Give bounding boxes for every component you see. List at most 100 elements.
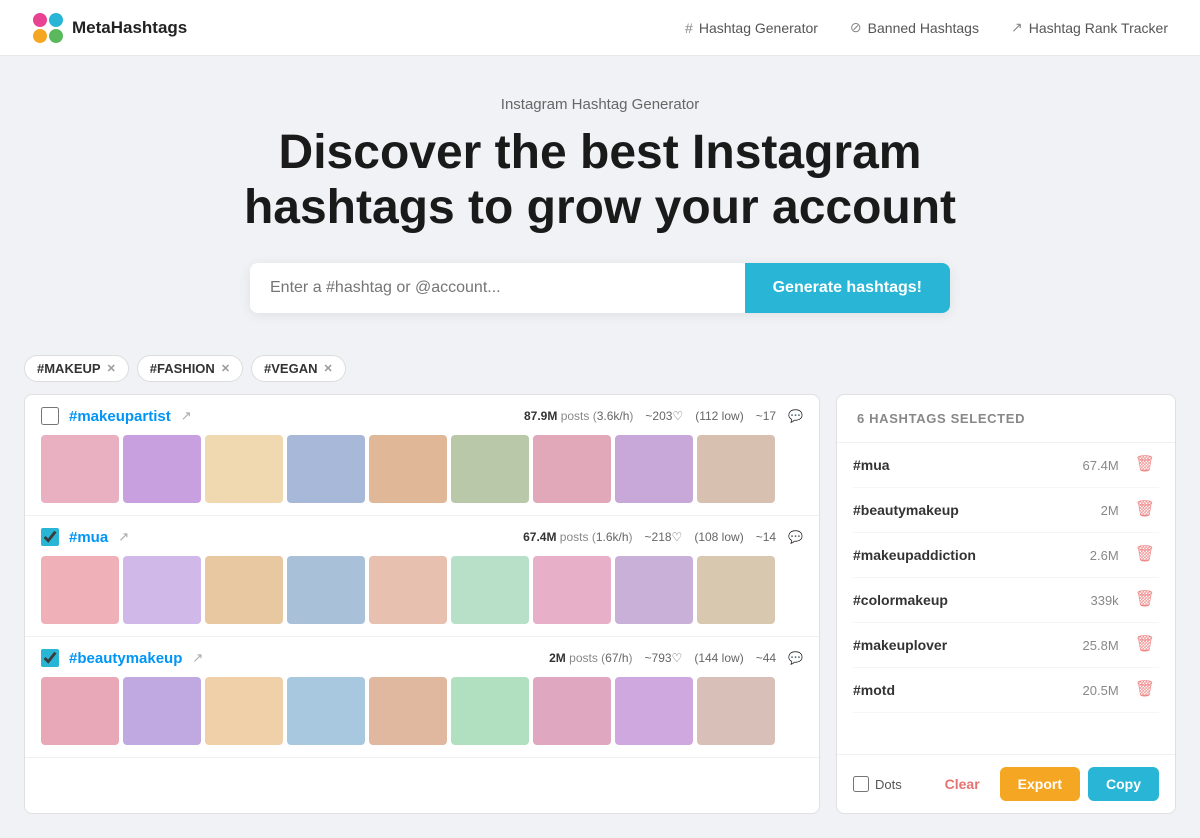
main-nav: # Hashtag Generator ⊘ Banned Hashtags ↗ … [685, 19, 1168, 36]
chart-icon: ↗ [1011, 19, 1023, 36]
export-button[interactable]: Export [1000, 767, 1080, 801]
selected-item-colormakeup: #colormakeup 339k 🗑 [853, 578, 1159, 623]
selected-tag-motd-count: 20.5M [1083, 683, 1119, 698]
thumb [41, 556, 119, 624]
selected-hashtag-list: #mua 67.4M 🗑 #beautymakeup 2M 🗑 #makeupa… [837, 443, 1175, 754]
thumb [615, 677, 693, 745]
selected-tag-makeuplover-count: 25.8M [1083, 638, 1119, 653]
selected-tag-beautymakeup-count: 2M [1101, 503, 1119, 518]
filter-tag-vegan[interactable]: #VEGAN ✕ [251, 355, 346, 382]
hashtag-row-makeupartist: #makeupartist ↗ 87.9M posts (3.6k/h) ~20… [25, 395, 819, 516]
selected-tag-colormakeup-count: 339k [1090, 593, 1118, 608]
hero-section: Instagram Hashtag Generator Discover the… [0, 56, 1200, 343]
dots-checkbox[interactable] [853, 776, 869, 792]
thumb [123, 556, 201, 624]
hashtag-results-panel: #makeupartist ↗ 87.9M posts (3.6k/h) ~20… [24, 394, 820, 814]
selected-item-beautymakeup: #beautymakeup 2M 🗑 [853, 488, 1159, 533]
selected-item-motd: #motd 20.5M 🗑 [853, 668, 1159, 713]
delete-motd-button[interactable]: 🗑 [1131, 680, 1159, 700]
search-bar: Generate hashtags! [250, 263, 950, 313]
thumb [205, 677, 283, 745]
checkbox-mua[interactable] [41, 528, 59, 546]
search-input[interactable] [250, 263, 745, 313]
thumb [123, 435, 201, 503]
close-fashion-icon[interactable]: ✕ [221, 362, 230, 375]
selected-item-mua: #mua 67.4M 🗑 [853, 443, 1159, 488]
hashtag-name-mua[interactable]: #mua [69, 529, 108, 546]
thumb [533, 435, 611, 503]
images-strip-beautymakeup [41, 677, 803, 745]
external-link-icon-beautymakeup[interactable]: ↗ [192, 650, 203, 666]
filter-tag-makeup[interactable]: #MAKEUP ✕ [24, 355, 129, 382]
stats-beautymakeup: 2M posts (67/h) ~793♡ (144 low) ~44💬 [549, 651, 803, 665]
logo[interactable]: MetaHashtags [32, 12, 187, 44]
thumb [41, 435, 119, 503]
thumb [287, 435, 365, 503]
selected-count-header: 6 HASHTAGS SELECTED [837, 395, 1175, 443]
external-link-icon-mua[interactable]: ↗ [118, 529, 129, 545]
images-strip-mua [41, 556, 803, 624]
selected-hashtags-panel: 6 HASHTAGS SELECTED #mua 67.4M 🗑 #beauty… [836, 394, 1176, 814]
thumb [369, 556, 447, 624]
thumb [451, 677, 529, 745]
generate-button[interactable]: Generate hashtags! [745, 263, 950, 313]
delete-colormakeup-button[interactable]: 🗑 [1131, 590, 1159, 610]
selected-tag-beautymakeup: #beautymakeup [853, 502, 1101, 518]
delete-mua-button[interactable]: 🗑 [1131, 455, 1159, 475]
thumb [205, 435, 283, 503]
stats-mua: 67.4M posts (1.6k/h) ~218♡ (108 low) ~14… [523, 530, 803, 544]
selected-tag-makeuplover: #makeuplover [853, 637, 1083, 653]
images-strip-makeupartist [41, 435, 803, 503]
selected-tag-mua: #mua [853, 457, 1083, 473]
thumb [205, 556, 283, 624]
hash-icon: # [685, 20, 693, 36]
logo-icon [32, 12, 64, 44]
hero-subtitle: Instagram Hashtag Generator [20, 96, 1180, 113]
hashtag-name-beautymakeup[interactable]: #beautymakeup [69, 650, 182, 667]
selected-tag-makeupaddiction-count: 2.6M [1090, 548, 1119, 563]
stats-makeupartist: 87.9M posts (3.6k/h) ~203♡ (112 low) ~17… [524, 409, 803, 423]
hashtag-row-mua: #mua ↗ 67.4M posts (1.6k/h) ~218♡ (108 l… [25, 516, 819, 637]
selected-tag-motd: #motd [853, 682, 1083, 698]
thumb [615, 556, 693, 624]
thumb [369, 677, 447, 745]
selected-item-makeuplover: #makeuplover 25.8M 🗑 [853, 623, 1159, 668]
thumb [451, 556, 529, 624]
delete-beautymakeup-button[interactable]: 🗑 [1131, 500, 1159, 520]
clear-button[interactable]: Clear [933, 768, 992, 800]
delete-makeuplover-button[interactable]: 🗑 [1131, 635, 1159, 655]
thumb [697, 677, 775, 745]
close-makeup-icon[interactable]: ✕ [107, 362, 116, 375]
dots-checkbox-area: Dots [853, 776, 925, 792]
hero-title: Discover the best Instagram hashtags to … [20, 125, 1180, 235]
thumb [533, 677, 611, 745]
right-panel-footer: Dots Clear Export Copy [837, 754, 1175, 813]
filter-tags-row: #MAKEUP ✕ #FASHION ✕ #VEGAN ✕ [0, 343, 1200, 394]
hashtag-name-makeupartist[interactable]: #makeupartist [69, 408, 171, 425]
dots-label: Dots [875, 777, 902, 792]
nav-banned-hashtags[interactable]: ⊘ Banned Hashtags [850, 19, 979, 36]
main-layout: #makeupartist ↗ 87.9M posts (3.6k/h) ~20… [0, 394, 1200, 838]
selected-item-makeupaddiction: #makeupaddiction 2.6M 🗑 [853, 533, 1159, 578]
checkbox-makeupartist[interactable] [41, 407, 59, 425]
checkbox-beautymakeup[interactable] [41, 649, 59, 667]
thumb [615, 435, 693, 503]
hashtag-row-beautymakeup: #beautymakeup ↗ 2M posts (67/h) ~793♡ (1… [25, 637, 819, 758]
close-vegan-icon[interactable]: ✕ [324, 362, 333, 375]
nav-rank-tracker[interactable]: ↗ Hashtag Rank Tracker [1011, 19, 1168, 36]
copy-button[interactable]: Copy [1088, 767, 1159, 801]
filter-tag-fashion[interactable]: #FASHION ✕ [137, 355, 243, 382]
nav-hashtag-generator[interactable]: # Hashtag Generator [685, 20, 818, 36]
selected-tag-colormakeup: #colormakeup [853, 592, 1090, 608]
selected-tag-makeupaddiction: #makeupaddiction [853, 547, 1090, 563]
thumb [369, 435, 447, 503]
delete-makeupaddiction-button[interactable]: 🗑 [1131, 545, 1159, 565]
selected-tag-mua-count: 67.4M [1083, 458, 1119, 473]
thumb [287, 556, 365, 624]
external-link-icon-makeupartist[interactable]: ↗ [181, 408, 192, 424]
logo-text: MetaHashtags [72, 18, 187, 38]
thumb [287, 677, 365, 745]
thumb [41, 677, 119, 745]
thumb [697, 556, 775, 624]
header: MetaHashtags # Hashtag Generator ⊘ Banne… [0, 0, 1200, 56]
